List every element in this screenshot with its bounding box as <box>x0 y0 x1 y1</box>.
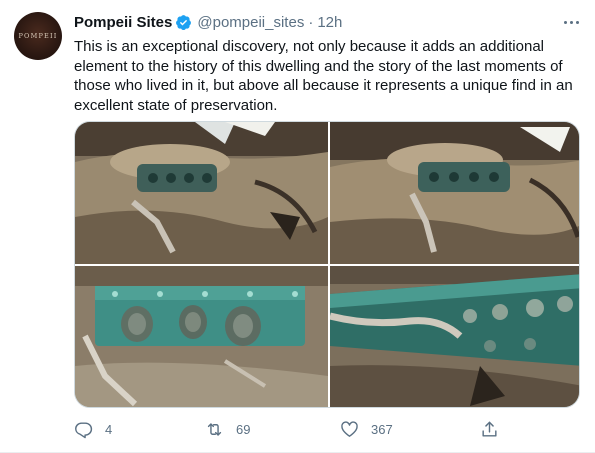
retweet-count: 69 <box>236 421 251 437</box>
photo-chariot-overview-left[interactable] <box>75 122 328 264</box>
reply-icon <box>75 421 93 438</box>
tweet-timestamp[interactable]: 12h <box>317 14 342 31</box>
reply-count: 4 <box>105 421 113 437</box>
tweet-text: This is an exceptional discovery, not on… <box>74 38 573 114</box>
author-handle[interactable]: @pompeii_sites <box>197 14 304 31</box>
tweet-header: Pompeii Sites @pompeii_sites · 12h <box>74 12 342 32</box>
share-button[interactable] <box>480 416 499 442</box>
media-grid <box>74 121 580 408</box>
verified-badge-icon <box>176 14 192 30</box>
author-name[interactable]: Pompeii Sites <box>74 14 172 31</box>
retweet-icon <box>207 422 222 436</box>
retweet-button[interactable]: 69 <box>205 416 250 442</box>
photo-chariot-overview-right[interactable] <box>330 122 579 264</box>
photo-bronze-decoration-side[interactable] <box>330 266 579 407</box>
heart-icon <box>341 420 358 437</box>
avatar[interactable]: POMPEII <box>14 12 62 60</box>
reply-button[interactable]: 4 <box>74 416 112 442</box>
tweet[interactable]: POMPEII Pompeii Sites @pompeii_sites · 1… <box>0 0 595 453</box>
avatar-logo-text: POMPEII <box>18 32 58 40</box>
more-options-icon[interactable] <box>560 12 582 32</box>
like-count: 367 <box>371 421 393 437</box>
share-icon <box>482 421 497 437</box>
photo-bronze-decoration-front[interactable] <box>75 266 328 407</box>
header-separator: · <box>308 13 314 31</box>
like-button[interactable]: 367 <box>340 416 393 442</box>
action-bar: 4 69 367 <box>74 416 514 442</box>
